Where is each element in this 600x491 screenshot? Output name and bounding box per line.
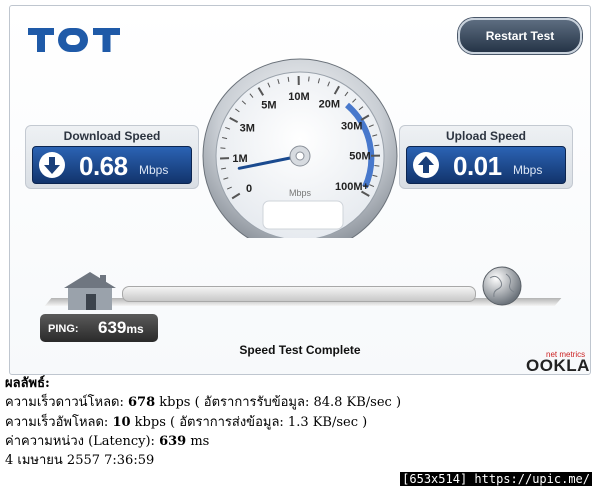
gauge-tick-label: 30M bbox=[341, 121, 362, 133]
result-line-upload: ความเร็วอัพโหลด: 10 kbps ( อัตราการส่งข้… bbox=[5, 414, 368, 430]
gauge-tick-label: 20M bbox=[319, 99, 340, 111]
tot-logo bbox=[28, 28, 120, 52]
upload-title: Upload Speed bbox=[445, 129, 526, 143]
upload-value: 0.01 bbox=[453, 151, 502, 181]
speed-gauge: 0 1M 3M 5M 10M 20M30M 50M 100M+ Mbps bbox=[202, 58, 398, 238]
download-value-box: 0.68 Mbps bbox=[32, 146, 192, 184]
result-text: ผลลัพธ์: ความเร็วดาวน์โหลด: 678 kbps ( อ… bbox=[5, 374, 401, 470]
ping-value: 639ms bbox=[98, 318, 144, 337]
restart-test-button[interactable]: Restart Test bbox=[458, 18, 582, 54]
upload-value-box: 0.01 Mbps bbox=[406, 146, 566, 184]
globe-icon bbox=[482, 266, 522, 306]
ping-label: PING: bbox=[48, 323, 79, 335]
gauge-unit-label: Mbps bbox=[289, 188, 312, 198]
result-line-latency: ค่าความหน่วง (Latency): 639 ms bbox=[5, 433, 210, 449]
result-heading: ผลลัพธ์: bbox=[5, 376, 50, 391]
gauge-tick-label: 0 bbox=[246, 183, 252, 195]
gauge-tick bbox=[220, 147, 226, 149]
download-unit: Mbps bbox=[139, 163, 169, 177]
gauge-tick-label: 50M bbox=[349, 151, 370, 163]
result-line-date: 4 เมษายน 2557 7:36:59 bbox=[5, 453, 155, 469]
ping-badge: PING: 639ms bbox=[40, 314, 158, 342]
ookla-logo: OOKLA bbox=[526, 356, 590, 375]
arrow-down-icon bbox=[39, 152, 65, 178]
result-line-download: ความเร็วดาวน์โหลด: 678 kbps ( อัตราการรั… bbox=[5, 395, 402, 411]
gauge-tick-label: 5M bbox=[261, 100, 276, 112]
status-text: Speed Test Complete bbox=[239, 343, 361, 357]
gauge-tick-label: 1M bbox=[232, 153, 247, 165]
upload-unit: Mbps bbox=[513, 163, 543, 177]
progress-track bbox=[122, 286, 476, 302]
download-panel: Download Speed 0.68 Mbps bbox=[25, 125, 199, 189]
gauge-tick-label: 100M+ bbox=[335, 181, 369, 193]
speedtest-widget: Restart Test Download Speed 0.68 Mbps Up… bbox=[9, 5, 591, 375]
page: Restart Test Download Speed 0.68 Mbps Up… bbox=[0, 0, 600, 491]
download-title: Download Speed bbox=[63, 129, 161, 143]
gauge-tick-label: 3M bbox=[240, 122, 255, 134]
arrow-up-icon bbox=[413, 152, 439, 178]
gauge-tick bbox=[374, 165, 380, 167]
gauge-tick bbox=[374, 144, 380, 147]
house-icon bbox=[64, 272, 116, 310]
gauge-tick-label: 10M bbox=[288, 91, 309, 103]
gauge-tick bbox=[308, 76, 310, 82]
download-value: 0.68 bbox=[79, 151, 128, 181]
image-footer: [653x514] https://upic.me/ bbox=[400, 472, 592, 486]
upload-panel: Upload Speed 0.01 Mbps bbox=[399, 125, 573, 189]
